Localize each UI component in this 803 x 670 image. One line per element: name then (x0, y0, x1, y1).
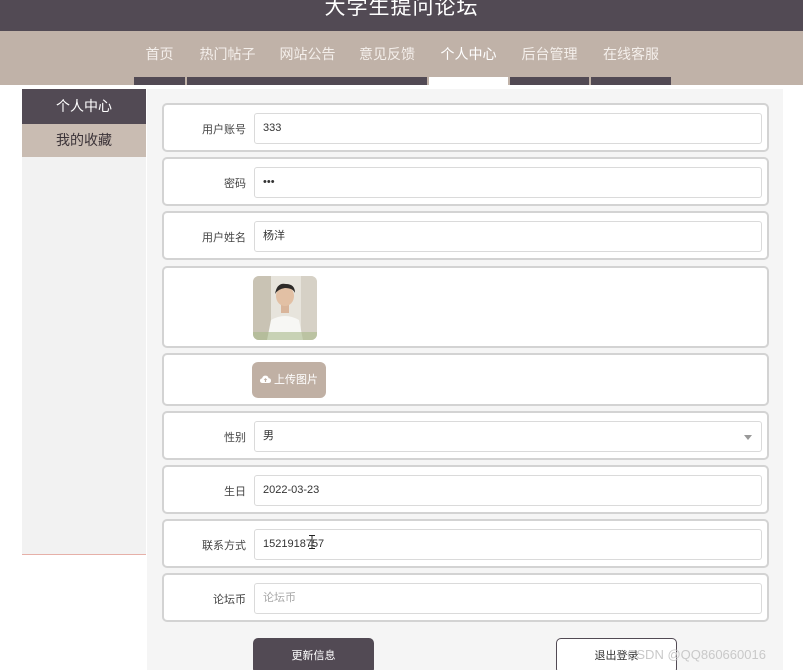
main-nav: 首页 热门帖子 网站公告 意见反馈 个人中心 后台管理 在线客服 (0, 31, 803, 85)
text-cursor-icon (309, 535, 315, 549)
avatar (253, 276, 317, 340)
nav-item-support[interactable]: 在线客服 (591, 31, 671, 77)
sidebar-item-favorites[interactable]: 我的收藏 (22, 124, 146, 157)
avatar-row (162, 266, 769, 348)
upload-button[interactable]: 上传图片 (252, 362, 326, 398)
phone-row: 联系方式 15219187̶57 (162, 519, 769, 568)
coins-row: 论坛币 论坛币 (162, 573, 769, 622)
name-label: 用户姓名 (202, 232, 246, 244)
coins-field[interactable]: 论坛币 (254, 583, 762, 614)
nav-item-home[interactable]: 首页 (134, 31, 185, 77)
site-title: 大学生提问论坛 (324, 0, 479, 19)
chevron-down-icon (744, 435, 752, 440)
nav-item-admin[interactable]: 后台管理 (510, 31, 589, 77)
account-field[interactable]: 333 (254, 113, 762, 144)
gender-label: 性别 (224, 432, 246, 444)
nav-indicator (187, 77, 427, 85)
account-row: 用户账号 333 (162, 103, 769, 152)
nav-indicator (591, 77, 671, 85)
password-field[interactable]: ••• (254, 167, 762, 198)
watermark: CSDN @QQ860660016 (627, 647, 766, 662)
nav-item-announcements[interactable]: 网站公告 (270, 31, 345, 77)
nav-item-hot-posts[interactable]: 热门帖子 (187, 31, 268, 77)
upload-button-label: 上传图片 (274, 374, 318, 386)
coins-label: 论坛币 (213, 594, 246, 606)
nav-item-feedback[interactable]: 意见反馈 (347, 31, 427, 77)
update-info-button[interactable]: 更新信息 (253, 638, 374, 670)
name-row: 用户姓名 杨洋 (162, 211, 769, 260)
nav-indicator-active (429, 77, 508, 85)
nav-indicator (134, 77, 185, 85)
cloud-upload-icon (260, 362, 271, 398)
gender-row: 性别 男 (162, 411, 769, 460)
birthday-row: 生日 2022-03-23 (162, 465, 769, 514)
birthday-label: 生日 (224, 486, 246, 498)
nav-indicator (510, 77, 589, 85)
phone-label: 联系方式 (202, 540, 246, 552)
sidebar: 个人中心 我的收藏 (22, 89, 146, 555)
password-row: 密码 ••• (162, 157, 769, 206)
nav-item-profile[interactable]: 个人中心 (429, 31, 508, 77)
site-header: 大学生提问论坛 (0, 0, 803, 31)
password-label: 密码 (224, 178, 246, 190)
sidebar-item-profile[interactable]: 个人中心 (22, 89, 146, 124)
name-field[interactable]: 杨洋 (254, 221, 762, 252)
upload-row: 上传图片 (162, 353, 769, 406)
gender-value: 男 (263, 430, 274, 442)
birthday-field[interactable]: 2022-03-23 (254, 475, 762, 506)
phone-field[interactable]: 15219187̶57 (254, 529, 762, 560)
gender-select[interactable]: 男 (254, 421, 762, 452)
account-label: 用户账号 (202, 124, 246, 136)
